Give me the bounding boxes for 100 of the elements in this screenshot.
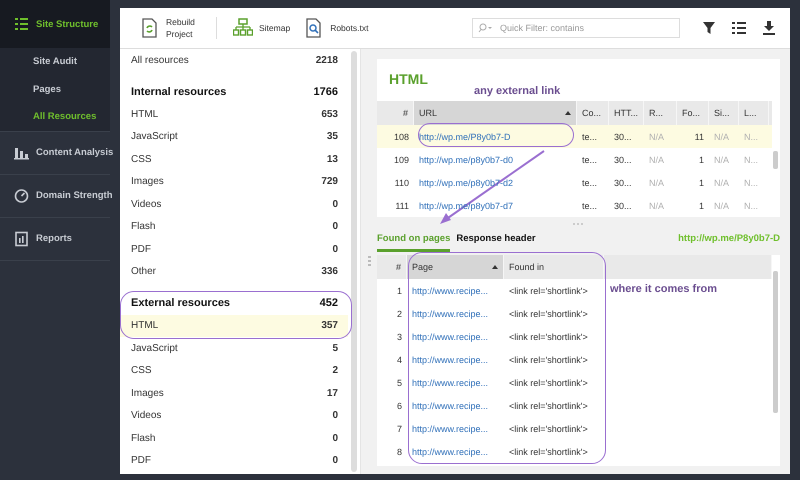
- annotation-text: any external link: [474, 85, 560, 97]
- resource-count: 452: [320, 297, 338, 310]
- table-cell-text: http://wp.me/P8y0b7-D: [418, 132, 512, 142]
- column-header[interactable]: Page: [407, 255, 504, 279]
- table-cell-text: <link rel='shortlink'>: [508, 332, 589, 342]
- column-header[interactable]: Found in: [504, 255, 604, 279]
- resource-label: Flash: [131, 221, 156, 232]
- toolbar-button[interactable]: Robots.txt: [300, 16, 372, 40]
- search-field[interactable]: Quick Filter: contains: [472, 18, 680, 38]
- sidebar-subitem[interactable]: All Resources: [0, 103, 96, 130]
- table-cell-text: 1: [698, 178, 705, 188]
- filter-icon[interactable]: [702, 21, 716, 35]
- resource-label: Other: [131, 266, 156, 278]
- resource-row[interactable]: Internal resources 1766: [120, 80, 348, 103]
- resource-row[interactable]: Videos 0: [120, 193, 348, 216]
- resource-row[interactable]: HTML 653: [120, 103, 348, 126]
- scrollbar[interactable]: [773, 151, 778, 169]
- resource-label: External resources: [131, 297, 230, 310]
- resource-label: JavaScript: [131, 342, 178, 354]
- resource-row[interactable]: JavaScript 5: [120, 337, 348, 360]
- section-title: HTML: [389, 71, 428, 87]
- list-icon: [14, 16, 29, 32]
- sidebar-subitem[interactable]: Site Audit: [0, 48, 77, 76]
- annotation-text: where it comes from: [610, 283, 717, 295]
- resource-label: PDF: [131, 244, 151, 255]
- resource-count: 0: [332, 221, 338, 232]
- resource-count: 1766: [314, 86, 338, 98]
- table-cell-text: <link rel='shortlink'>: [508, 400, 589, 410]
- selected-url: http://wp.me/P8y0b7-D: [678, 232, 780, 244]
- resource-row[interactable]: Videos 0: [120, 404, 348, 427]
- table-row[interactable]: 109 http://wp.me/p8y0b7-d0 te... 30... N/A 1 N/A N...: [377, 148, 772, 171]
- table-cell-text: N/A: [648, 132, 666, 142]
- table-cell-text: <link rel='shortlink'>: [508, 354, 589, 364]
- resource-label: Images: [131, 176, 164, 188]
- table-cell-text: http://www.recipe...: [411, 354, 490, 364]
- table-cell-text: 30...: [613, 200, 633, 210]
- scrollbar[interactable]: [773, 271, 778, 413]
- resource-row[interactable]: Images 17: [120, 382, 348, 404]
- table-cell-text: <link rel='shortlink'>: [508, 286, 589, 296]
- sidebar-item[interactable]: Site Structure: [0, 0, 110, 48]
- resource-row[interactable]: PDF 0: [120, 450, 348, 472]
- table-cell-text: te...: [581, 200, 598, 210]
- search-icon: [477, 23, 495, 33]
- resource-row[interactable]: All resources 2218: [120, 49, 348, 72]
- sort-icon: [492, 265, 498, 269]
- table-cell-text: N/A: [713, 178, 730, 188]
- download-icon[interactable]: [762, 21, 776, 35]
- resource-row[interactable]: Other 336: [120, 260, 348, 283]
- resource-label: Flash: [131, 432, 156, 444]
- list-icon[interactable]: [732, 21, 746, 35]
- splitter-handle[interactable]: [368, 256, 370, 268]
- toolbar-button[interactable]: Sitemap: [229, 16, 294, 40]
- table-cell-text: 109: [392, 154, 410, 164]
- table-cell-text: N/A: [648, 178, 666, 188]
- table-cell-text: N...: [743, 132, 760, 142]
- table-cell-text: te...: [581, 132, 598, 142]
- resource-label: HTML: [131, 320, 158, 332]
- resource-row[interactable]: PDF 0: [120, 238, 348, 260]
- resource-row[interactable]: Flash 0: [120, 216, 348, 238]
- table-cell-text: N/A: [713, 200, 730, 210]
- table-cell-text: 1: [698, 200, 705, 210]
- table-cell-text: 1: [396, 286, 403, 296]
- resource-row[interactable]: CSS 2: [120, 360, 348, 382]
- tab[interactable]: Response header: [456, 231, 536, 252]
- splitter-handle[interactable]: [572, 223, 584, 225]
- table-cell-text: 6: [396, 400, 403, 410]
- resource-count: 0: [332, 432, 338, 444]
- scrollbar[interactable]: [351, 51, 357, 472]
- resource-row[interactable]: Flash 0: [120, 427, 348, 450]
- resource-row[interactable]: Images 729: [120, 170, 348, 193]
- table-cell-text: 3: [396, 332, 403, 342]
- resource-row[interactable]: External resources 452: [120, 292, 348, 314]
- resource-label: Internal resources: [131, 86, 226, 98]
- resource-count: 5: [332, 342, 338, 354]
- toolbar-button[interactable]: Rebuild Project: [136, 14, 204, 42]
- table-cell-text: N/A: [648, 154, 666, 164]
- table-cell-text: http://www.recipe...: [411, 378, 490, 388]
- column-header[interactable]: URL: [414, 101, 577, 125]
- table-cell-text: http://www.recipe...: [411, 424, 490, 434]
- resource-count: 2218: [316, 54, 338, 66]
- table-cell-text: http://www.recipe...: [411, 308, 490, 318]
- sidebar-subitem[interactable]: Pages: [0, 76, 61, 103]
- table-cell-text: N/A: [648, 200, 666, 210]
- table-cell-text: <link rel='shortlink'>: [508, 378, 589, 388]
- resource-count: 0: [332, 244, 338, 255]
- resource-row[interactable]: CSS 13: [120, 148, 348, 170]
- sidebar-item[interactable]: Domain Strength: [0, 174, 110, 216]
- sitemap-icon: [233, 18, 253, 38]
- resource-count: 336: [321, 266, 338, 278]
- table-cell-text: N...: [743, 178, 760, 188]
- table-cell-text: 5: [396, 378, 403, 388]
- resource-row[interactable]: JavaScript 35: [120, 126, 348, 148]
- table-row[interactable]: 108 http://wp.me/P8y0b7-D te... 30... N/A 11 N/A N...: [377, 125, 772, 148]
- resource-count: 0: [332, 198, 338, 210]
- table-cell-text: N/A: [713, 154, 730, 164]
- resource-label: CSS: [131, 365, 152, 376]
- sidebar-item[interactable]: Reports: [0, 218, 110, 260]
- resource-row[interactable]: HTML 357: [120, 314, 348, 337]
- resource-count: 17: [326, 388, 338, 399]
- report-icon: [14, 230, 29, 246]
